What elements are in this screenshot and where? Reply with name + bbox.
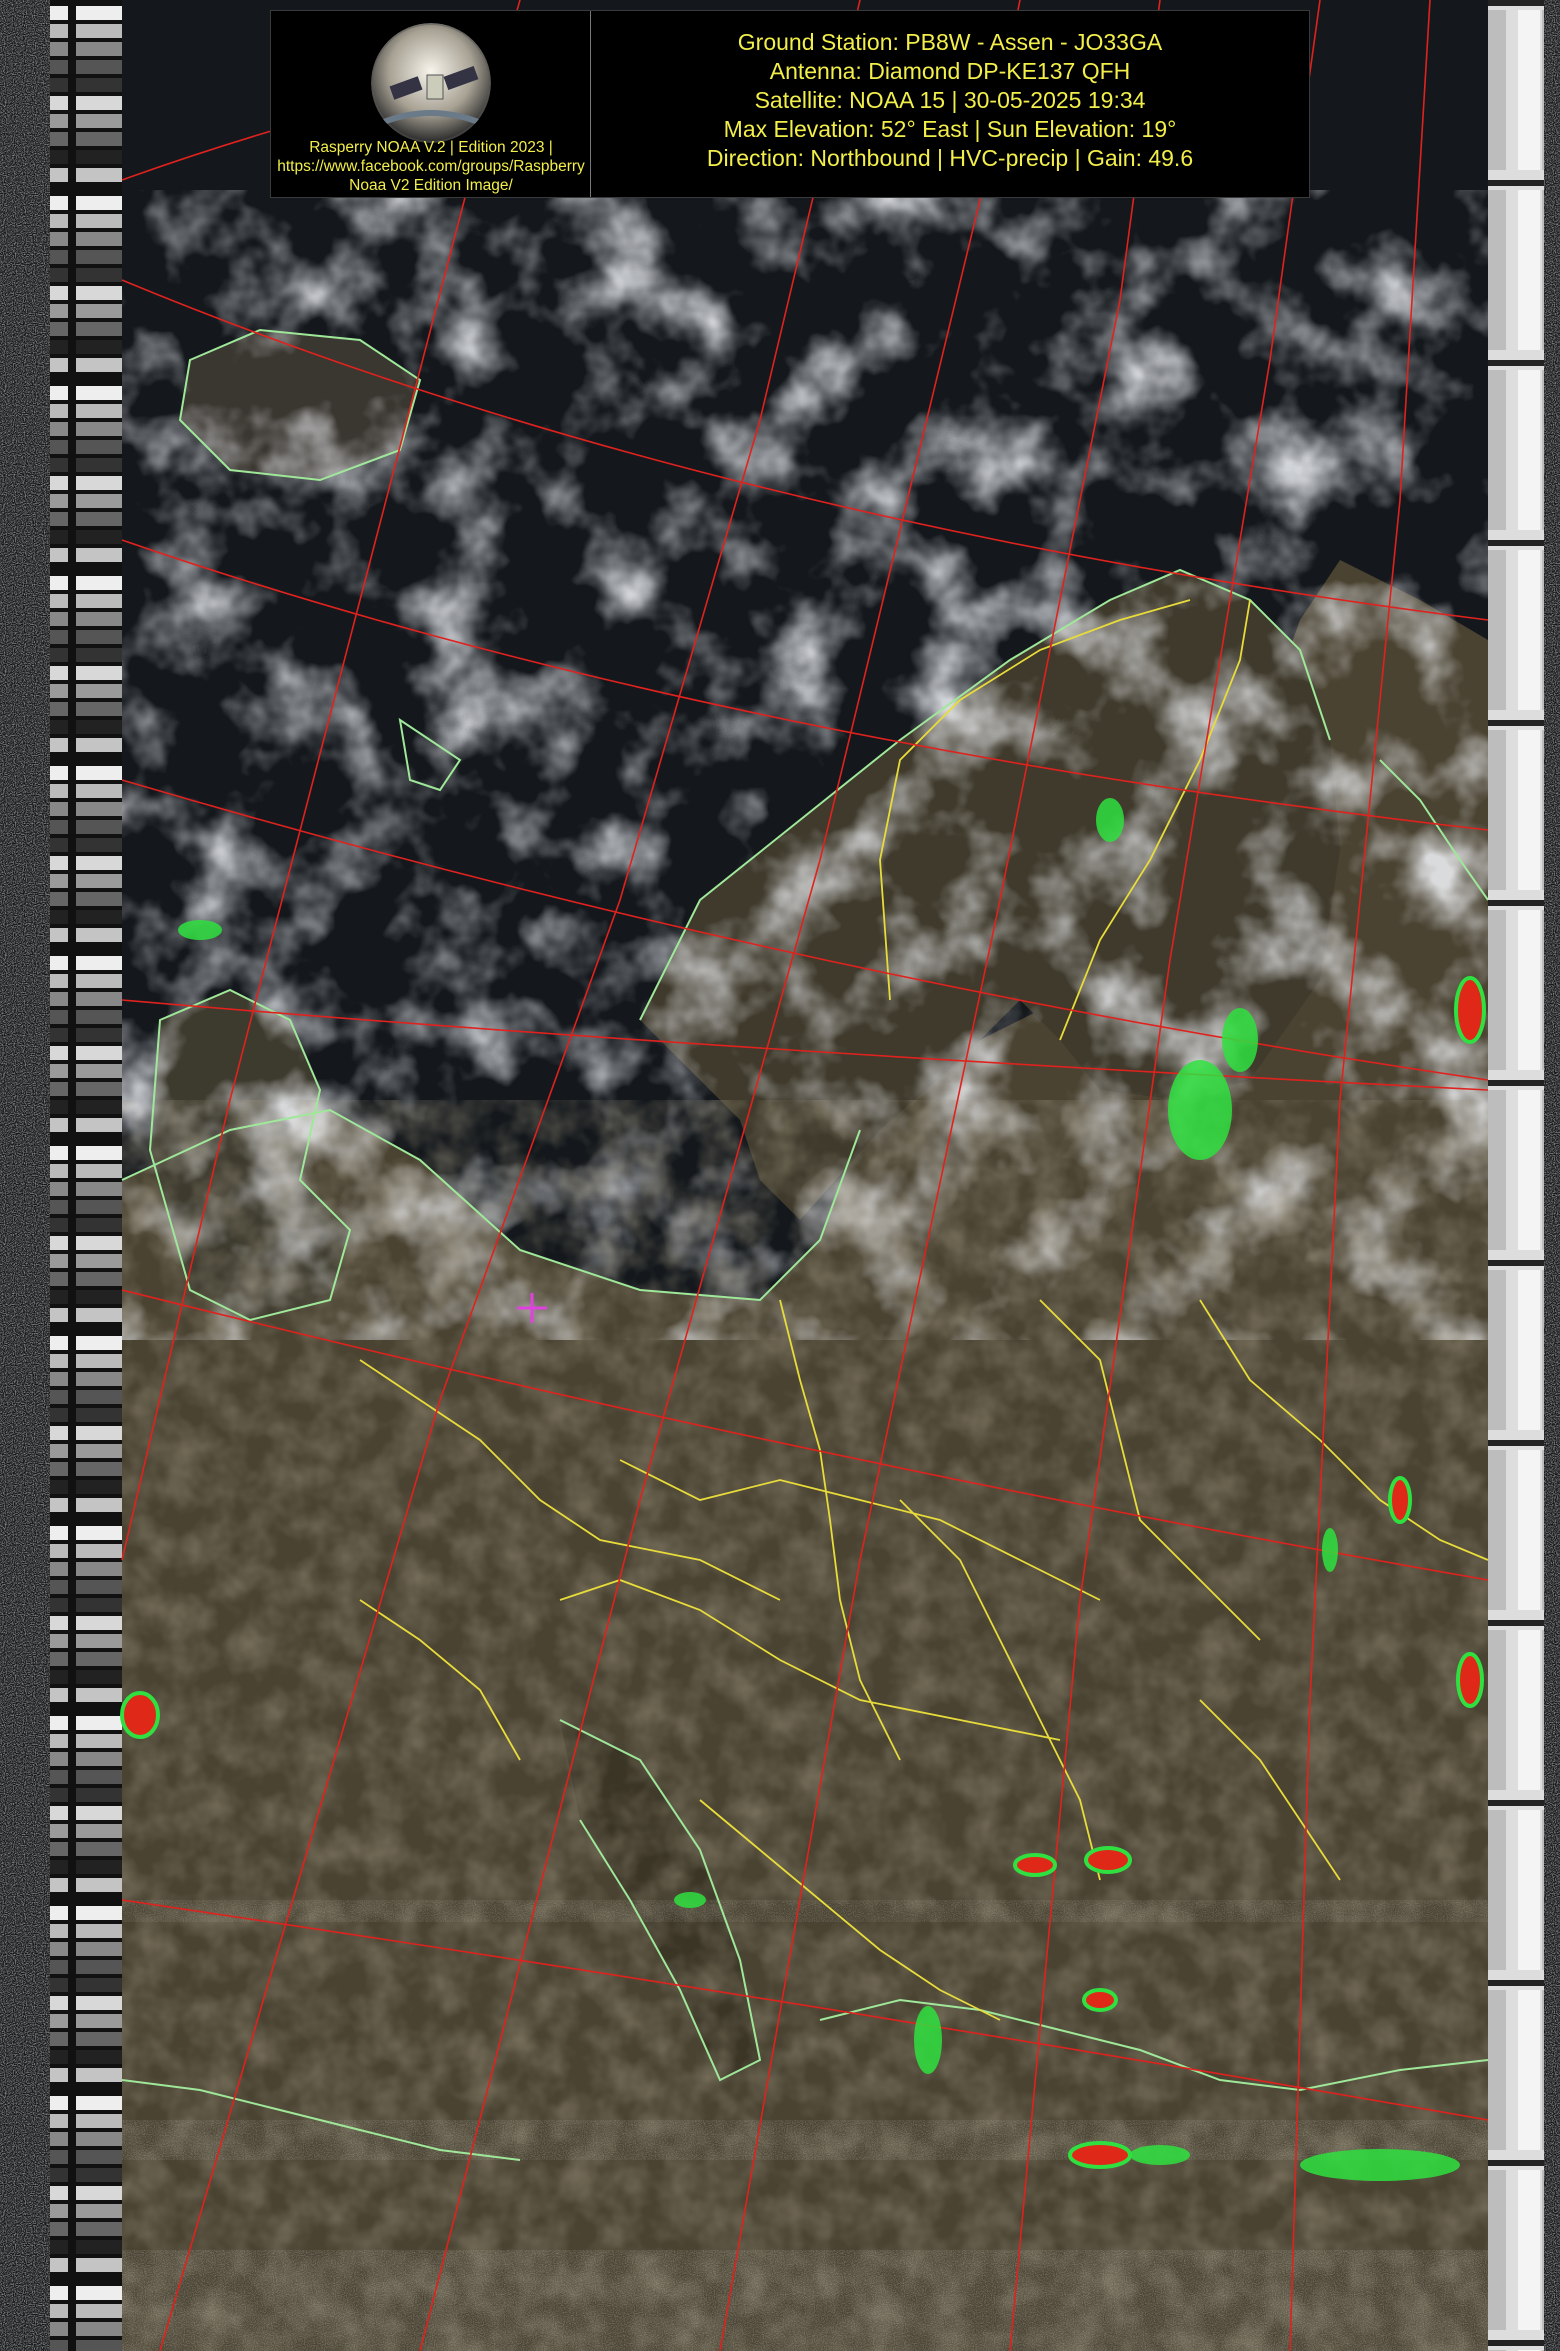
left-noise-strip: [0, 0, 50, 2351]
credit-caption: Rasperry NOAA V.2 | Edition 2023 | https…: [271, 138, 591, 195]
satellite-logo-icon: [371, 23, 491, 143]
ground-station-line: Ground Station: PB8W - Assen - JO33GA: [737, 28, 1163, 55]
elevation-line: Max Elevation: 52° East | Sun Elevation:…: [723, 115, 1177, 142]
left-telemetry-bar: [50, 0, 122, 2351]
direction-line: Direction: Northbound | HVC-precip | Gai…: [706, 144, 1194, 171]
noise-band: [122, 2250, 1488, 2351]
noise-band: [122, 1900, 1488, 1922]
logo-panel: Rasperry NOAA V.2 | Edition 2023 | https…: [271, 11, 591, 197]
noise-band: [122, 2120, 1488, 2160]
antenna-line: Antenna: Diamond DP-KE137 QFH: [769, 57, 1131, 84]
image-area: [120, 0, 1489, 2351]
credit-line: Noaa V2 Edition Image/: [349, 177, 513, 194]
satellite-line: Satellite: NOAA 15 | 30-05-2025 19:34: [754, 86, 1146, 113]
satellite-image: [0, 0, 1560, 2351]
land-texture: [122, 1100, 1488, 2351]
station-info: Ground Station: PB8W - Assen - JO33GA An…: [591, 11, 1309, 197]
credit-line: Rasperry NOAA V.2 | Edition 2023 |: [309, 139, 553, 156]
right-telemetry-bar: [1488, 0, 1544, 2351]
credit-link[interactable]: https://www.facebook.com/groups/Raspberr…: [271, 157, 591, 176]
info-box: Rasperry NOAA V.2 | Edition 2023 | https…: [270, 10, 1310, 198]
